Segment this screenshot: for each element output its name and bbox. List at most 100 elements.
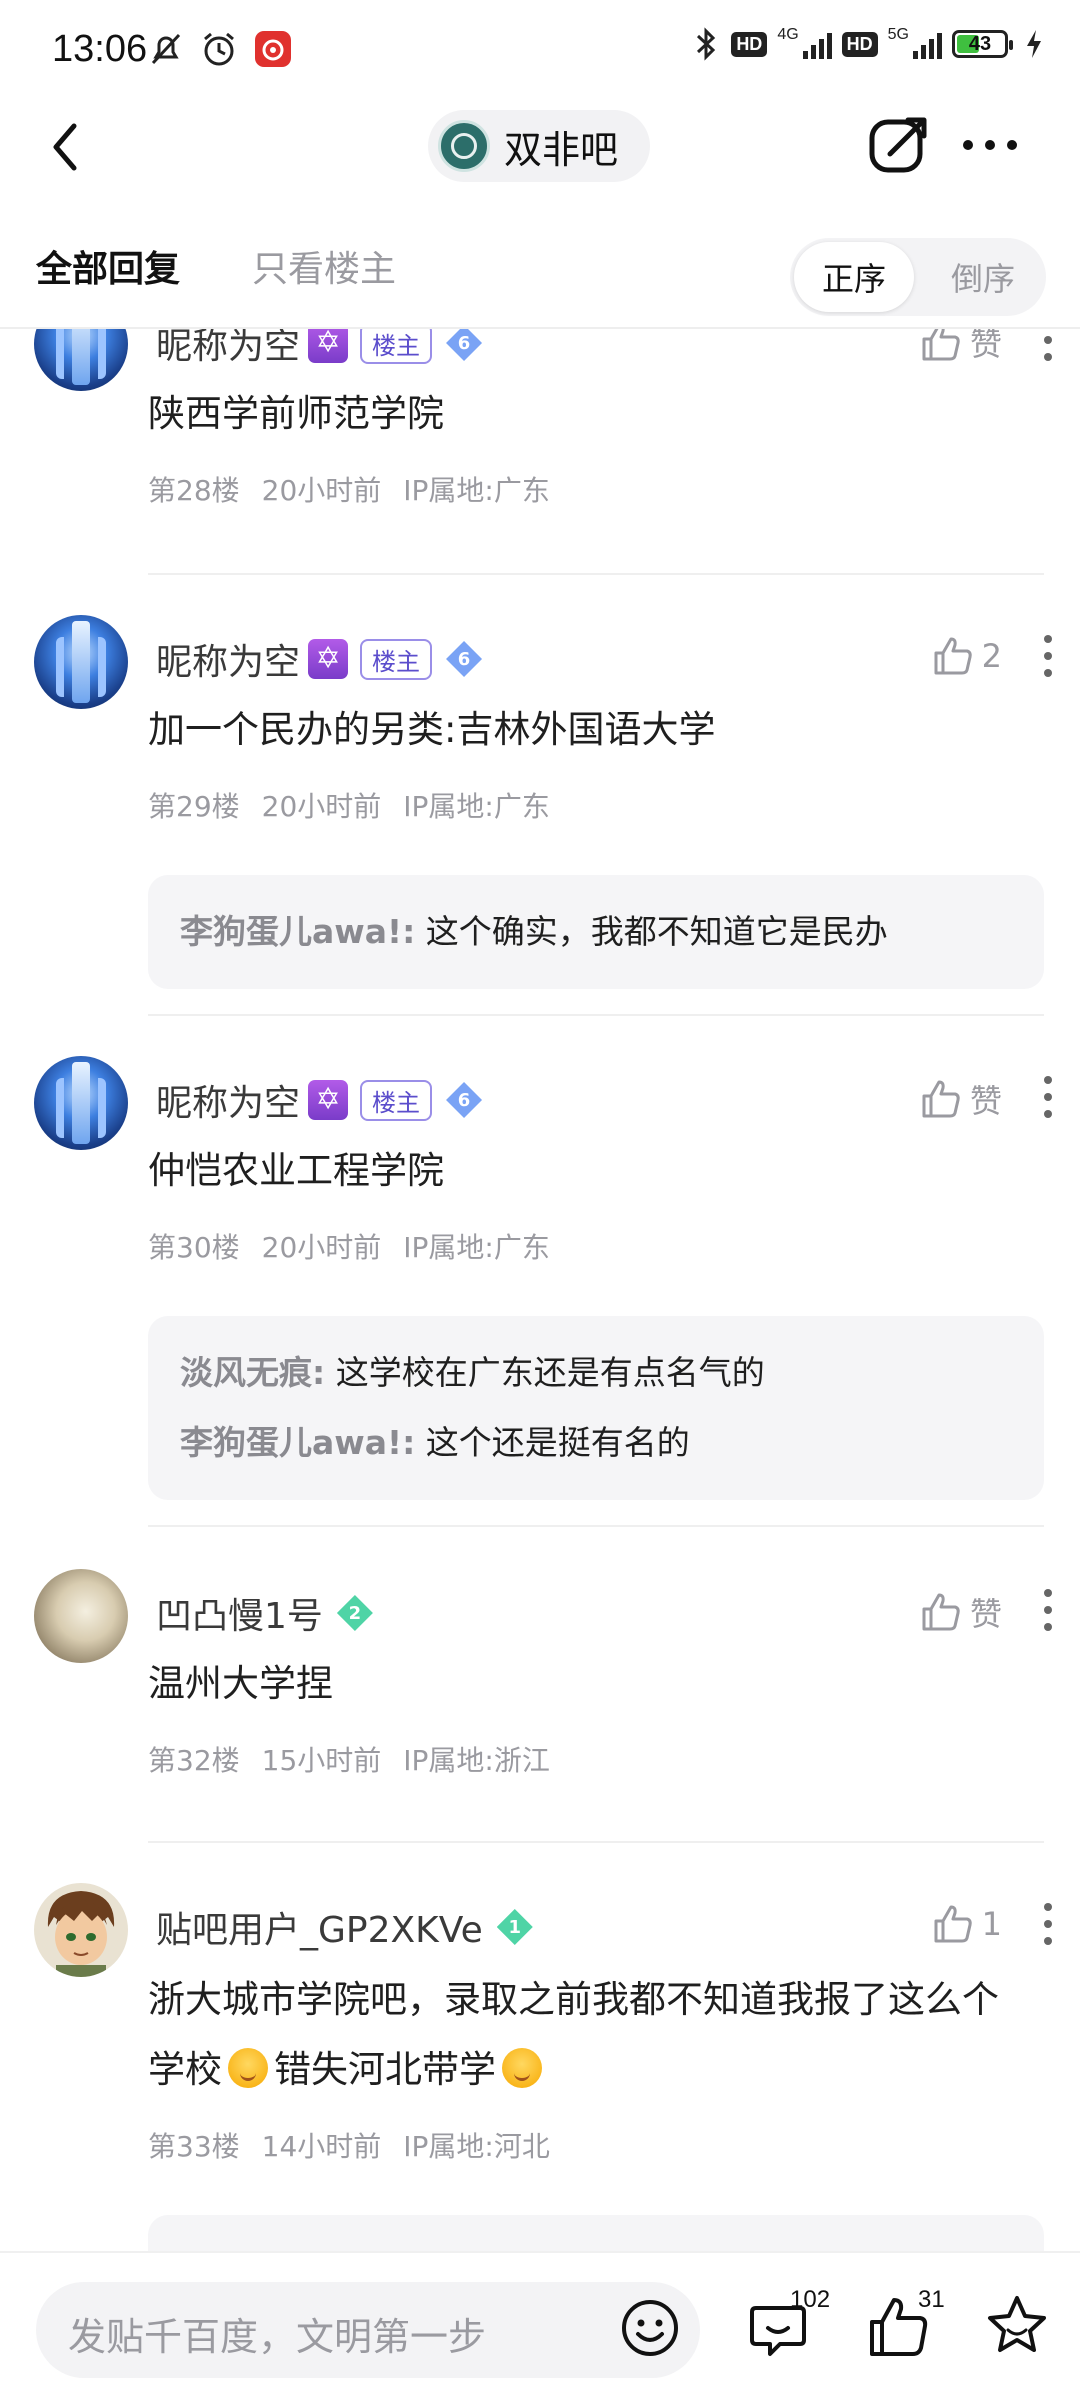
status-time: 13:06: [52, 28, 148, 70]
floor-post: 贴吧用户_GP2XKVe 1 1 浙大城市学院吧，录取之前我都不知道我报了这么个…: [0, 1843, 1080, 2251]
mute-bell-icon: [151, 33, 181, 65]
level-badge: 2: [336, 1595, 373, 1631]
like-button[interactable]: 赞: [920, 1076, 1002, 1122]
more-options-icon[interactable]: [960, 128, 1020, 162]
like-button[interactable]: 赞: [920, 329, 1002, 365]
avatar[interactable]: [34, 615, 128, 709]
floor-number: 第30楼: [148, 1231, 240, 1264]
back-arrow-icon[interactable]: [42, 112, 90, 182]
sub-reply-box[interactable]: [148, 2215, 1044, 2251]
hd-badge-1: HD: [731, 31, 768, 57]
avatar[interactable]: [34, 1056, 128, 1150]
post-meta: 第32楼 15小时前 IP属地:浙江: [148, 1739, 550, 1779]
status-right: HD 4G HD 5G 43: [691, 26, 1044, 62]
author-name[interactable]: 凹凸慢1号: [156, 1587, 323, 1639]
like-button[interactable]: 2: [932, 635, 1002, 677]
like-count: 赞: [969, 1595, 1002, 1633]
post-more-icon[interactable]: [1028, 1074, 1068, 1120]
forum-header-pill[interactable]: 双非吧: [428, 110, 650, 182]
sub-reply-author[interactable]: 李狗蛋儿awa!:: [180, 1423, 415, 1462]
thumb-up-icon: [922, 1593, 960, 1631]
signal-bars-2-icon: [913, 29, 942, 59]
alarm-icon: [204, 32, 234, 66]
post-meta: 第29楼 20小时前 IP属地:广东: [148, 785, 550, 825]
sort-ascending-button[interactable]: 正序: [794, 242, 914, 312]
sub-reply: 淡风无痕: 这学校在广东还是有点名气的: [180, 1338, 1012, 1408]
level-badge: 6: [446, 641, 483, 677]
like-count: 赞: [969, 329, 1002, 363]
author-row: 昵称为空 ✡ 楼主 6: [156, 633, 483, 685]
author-row: 贴吧用户_GP2XKVe 1: [156, 1901, 533, 1953]
forum-name: 双非吧: [504, 127, 619, 172]
sub-reply-author[interactable]: 李狗蛋儿awa!:: [180, 912, 415, 951]
thumb-up-icon: [934, 637, 972, 675]
thumb-up-icon: [922, 329, 960, 361]
post-meta: 第30楼 20小时前 IP属地:广东: [148, 1226, 550, 1266]
post-content-segment: 学校: [148, 2048, 222, 2091]
star-badge-icon: ✡: [308, 1080, 349, 1120]
avatar[interactable]: [34, 329, 128, 391]
reply-count: 102: [790, 2286, 831, 2313]
like-button[interactable]: 1: [932, 1903, 1002, 1945]
post-time: 20小时前: [261, 790, 382, 823]
avatar[interactable]: [34, 1569, 128, 1663]
like-count: 1: [981, 1905, 1002, 1943]
author-name[interactable]: 昵称为空: [156, 1074, 300, 1126]
star-badge-icon: ✡: [308, 329, 349, 363]
sub-reply-text: 这学校在广东还是有点名气的: [335, 1353, 765, 1392]
post-content-line: 学校 错失河北带学: [148, 2035, 1048, 2105]
tab-all-replies[interactable]: 全部回复: [36, 240, 180, 292]
like-count: 赞: [969, 1082, 1002, 1120]
network-5g-label: 5G: [887, 26, 909, 43]
emoji-picker-icon[interactable]: [620, 2298, 680, 2358]
grin-emoji-icon: [502, 2048, 542, 2088]
author-name[interactable]: 昵称为空: [156, 329, 300, 369]
post-meta: 第28楼 20小时前 IP属地:广东: [148, 469, 550, 509]
author-name[interactable]: 贴吧用户_GP2XKVe: [156, 1901, 483, 1953]
author-name[interactable]: 昵称为空: [156, 633, 300, 685]
post-time: 15小时前: [261, 1744, 382, 1777]
charging-bolt-icon: [1027, 30, 1041, 58]
post-more-icon[interactable]: [1028, 633, 1068, 679]
op-badge: 楼主: [360, 329, 433, 364]
network-4g-label: 4G: [777, 26, 799, 43]
share-icon[interactable]: [866, 112, 932, 178]
post-time: 20小时前: [261, 1231, 382, 1264]
ip-location: IP属地:广东: [403, 474, 550, 507]
signal-bars-1-icon: [802, 29, 832, 59]
op-badge: 楼主: [360, 1079, 433, 1121]
sub-reply-text: 这个确实，我都不知道它是民办: [425, 912, 888, 951]
level-badge: 6: [446, 1082, 483, 1118]
floor-number: 第28楼: [148, 474, 240, 507]
forum-logo-icon: [438, 120, 490, 172]
post-more-icon[interactable]: [1028, 329, 1068, 363]
post-content: 浙大城市学院吧，录取之前我都不知道我报了这么个 学校 错失河北带学: [148, 1965, 1048, 2105]
post-content-line: 浙大城市学院吧，录取之前我都不知道我报了这么个: [148, 1978, 999, 2021]
sub-reply-box[interactable]: 李狗蛋儿awa!: 这个确实，我都不知道它是民办: [148, 875, 1044, 989]
floor-number: 第32楼: [148, 1744, 240, 1777]
post-meta: 第33楼 14小时前 IP属地:河北: [148, 2125, 550, 2165]
post-content: 温州大学捏: [148, 1662, 333, 1705]
level-badge: 1: [496, 1909, 533, 1945]
post-content-segment: 错失河北带学: [274, 2048, 496, 2091]
sub-reply-author[interactable]: 淡风无痕:: [180, 1353, 325, 1392]
avatar[interactable]: [34, 1883, 128, 1977]
sub-reply: 李狗蛋儿awa!: 这个还是挺有名的: [180, 1408, 1012, 1478]
ip-location: IP属地:河北: [403, 2130, 550, 2163]
floor-post: 凹凸慢1号 2 赞 温州大学捏 第32楼 15小时前 IP属地:浙江: [0, 1527, 1080, 1847]
ip-location: IP属地:浙江: [403, 1744, 550, 1777]
post-more-icon[interactable]: [1028, 1587, 1068, 1633]
ip-location: IP属地:广东: [403, 790, 550, 823]
hd-badge-2: HD: [841, 31, 878, 57]
sort-descending-button[interactable]: 倒序: [928, 242, 1038, 312]
tab-op-only[interactable]: 只看楼主: [252, 240, 396, 292]
like-count-total: 31: [918, 2286, 945, 2313]
post-content: 仲恺农业工程学院: [148, 1149, 444, 1192]
cartoon-avatar-icon: [47, 1891, 115, 1977]
floor-number: 第33楼: [148, 2130, 240, 2163]
post-more-icon[interactable]: [1028, 1901, 1068, 1947]
reply-input-placeholder: 发贴千百度，文明第一步: [68, 2315, 487, 2359]
star-favorite-icon[interactable]: [984, 2292, 1050, 2358]
like-button[interactable]: 赞: [920, 1589, 1002, 1635]
sub-reply-box[interactable]: 淡风无痕: 这学校在广东还是有点名气的 李狗蛋儿awa!: 这个还是挺有名的: [148, 1316, 1044, 1500]
